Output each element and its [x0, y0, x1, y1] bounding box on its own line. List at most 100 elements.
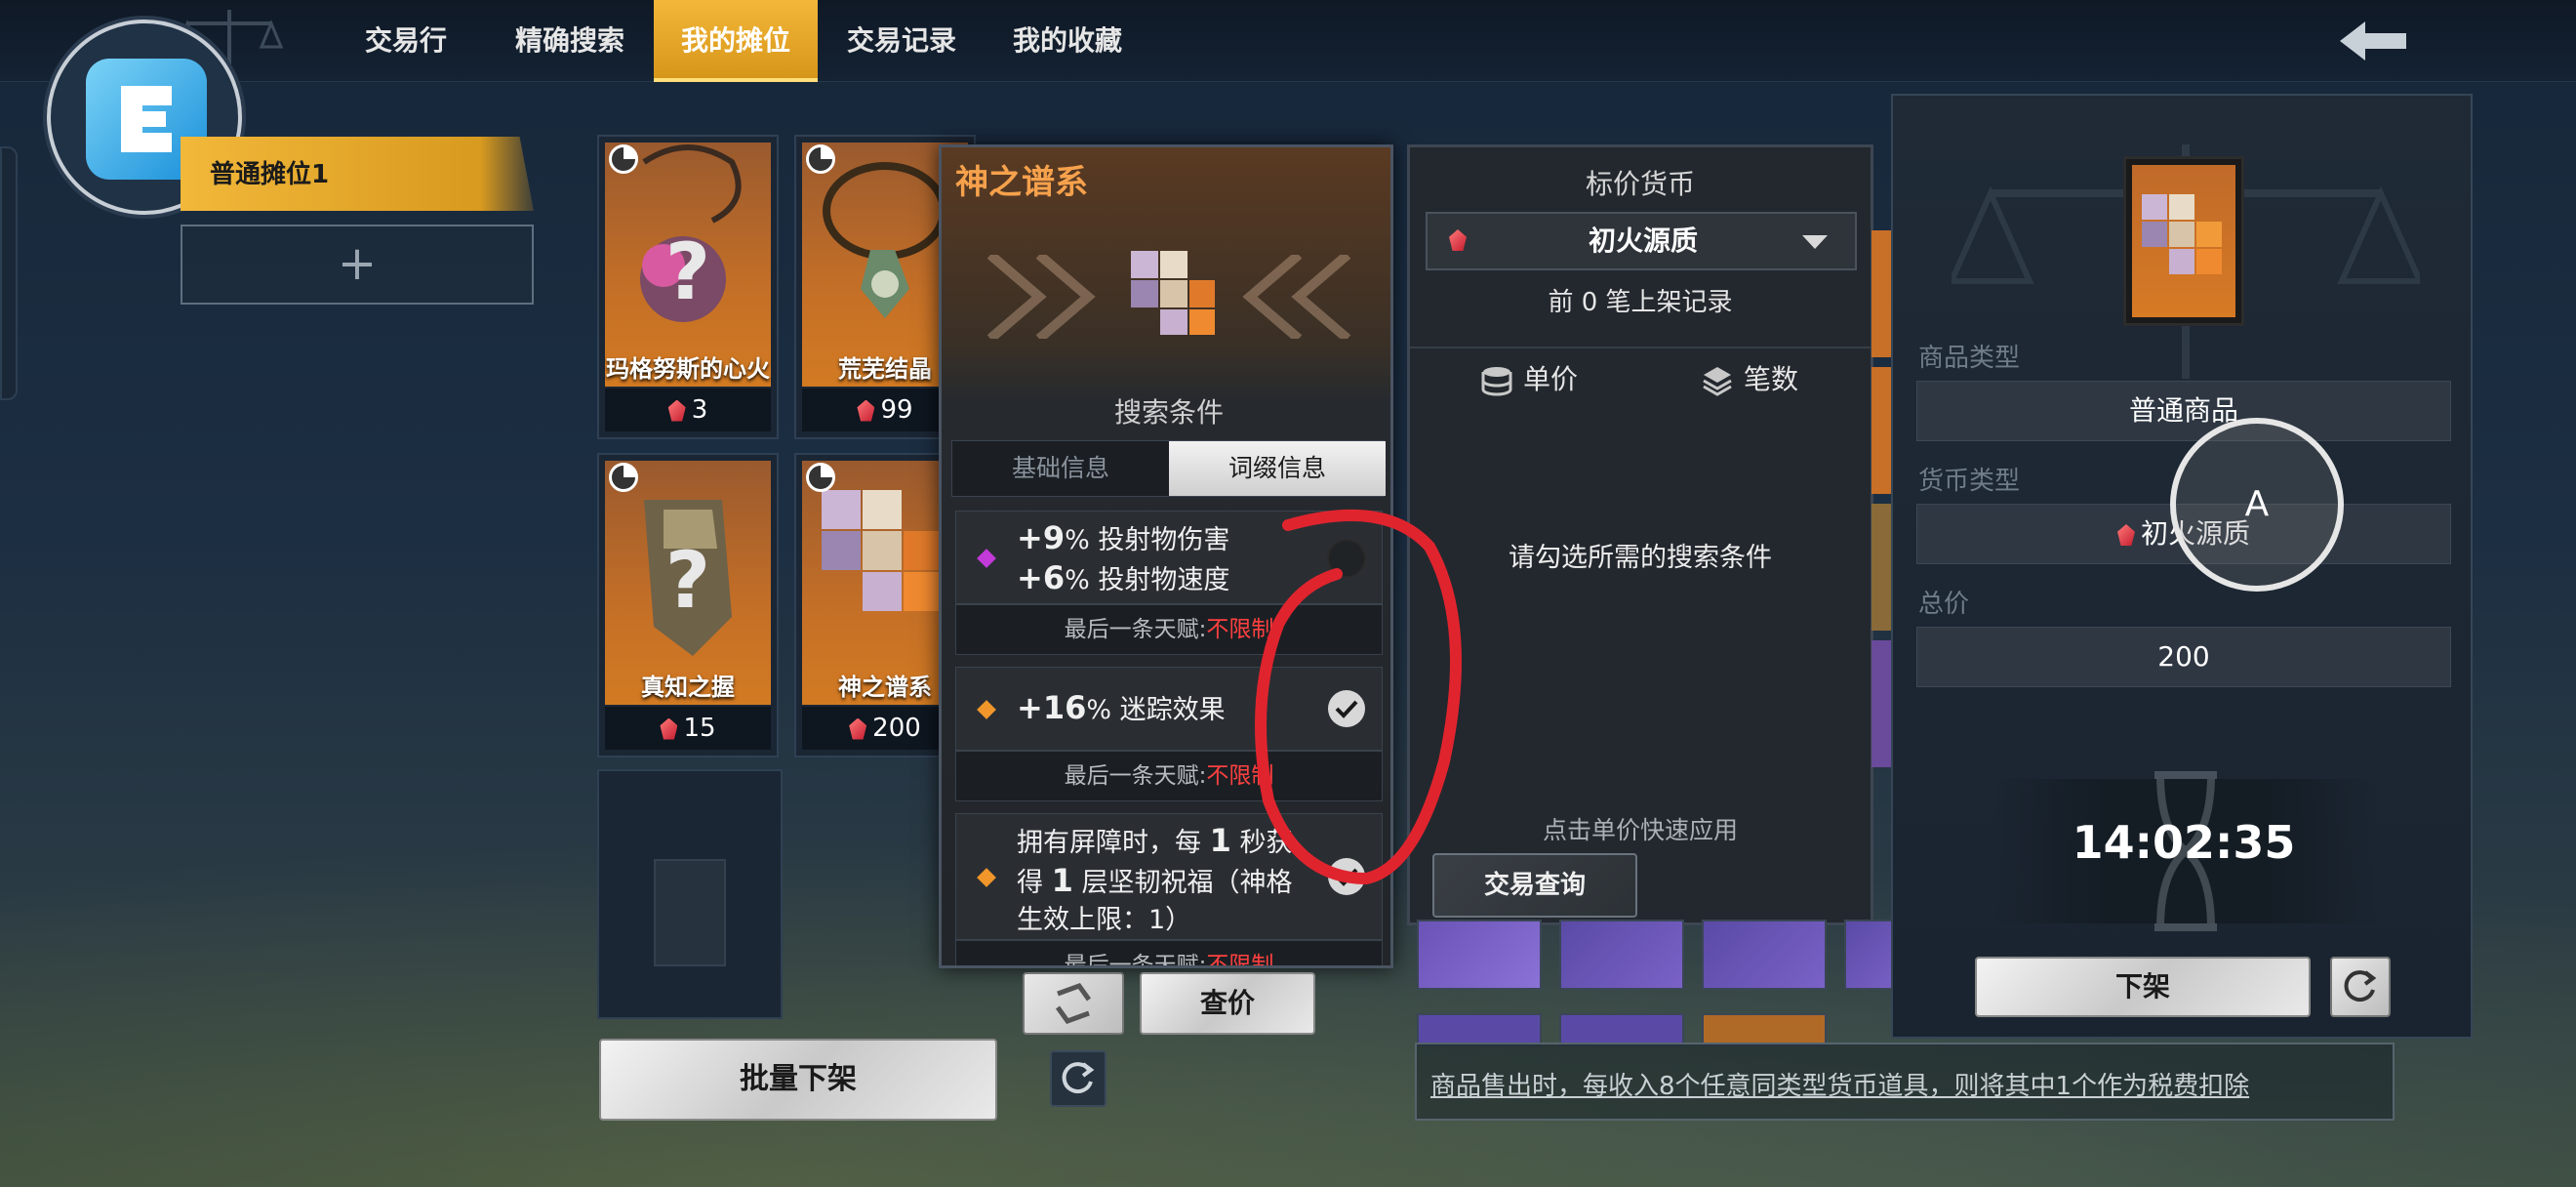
currency-gem-icon — [2116, 524, 2135, 546]
item-image: ? — [605, 461, 771, 705]
refresh-timer-button[interactable] — [2330, 957, 2391, 1017]
total-price-value[interactable]: 200 — [1916, 627, 2451, 687]
empty-state-message: 请勾选所需的搜索条件 — [1509, 543, 1772, 573]
check-price-button[interactable]: 查价 — [1140, 972, 1315, 1035]
affix-label: 拥有屏障时，每 — [1017, 828, 1201, 858]
affix-row[interactable]: +16% 迷踪效果 — [955, 667, 1383, 751]
tab-basic-info[interactable]: 基础信息 — [952, 441, 1169, 496]
listing-timer-icon — [806, 144, 835, 174]
item-thumb[interactable] — [1417, 1013, 1542, 1046]
listed-item-card[interactable]: ? 玛格努斯的心火 3 — [597, 135, 779, 439]
total-price-label: 总价 — [1918, 590, 1970, 619]
listing-item-art — [2123, 156, 2244, 326]
mystery-heart-icon: ? — [640, 144, 742, 322]
listing-timer-icon — [609, 144, 638, 174]
divider — [1410, 347, 1871, 348]
affix-row[interactable]: 拥有屏障时，每 1 秒获 得 1 层坚韧祝福（神格 生效上限：1） — [955, 813, 1383, 940]
tab-my-booth[interactable]: 我的摊位 — [654, 0, 818, 82]
weapon-thumb[interactable] — [1559, 920, 1684, 990]
currency-gem-icon — [857, 399, 875, 422]
quick-apply-hint: 点击单价快速应用 — [1542, 816, 1738, 844]
accessibility-overlay-button[interactable]: A — [2170, 418, 2344, 592]
left-edge-panel — [0, 146, 18, 400]
checkmark-icon[interactable] — [1327, 857, 1366, 896]
layers-icon — [1703, 367, 1732, 396]
affix-value: 1 — [1051, 862, 1073, 899]
tab-trading-house[interactable]: 交易行 — [345, 0, 466, 82]
listing-detail-panel: 商品类型 普通商品 货币类型 初火源质 总价 200 14:02:35 下架 — [1891, 94, 2473, 1039]
listing-countdown: 14:02:35 — [2072, 816, 2296, 869]
refresh-list-button[interactable] — [1050, 1050, 1107, 1107]
affix-row[interactable]: +9% 投射物伤害 +6% 投射物速度 — [955, 511, 1383, 604]
currency-gem-icon — [849, 717, 867, 740]
affix-value: +16 — [1017, 689, 1087, 726]
count-column[interactable]: 笔数 — [1701, 358, 1798, 397]
listing-timer-icon — [806, 463, 835, 492]
item-price: 3 — [605, 389, 771, 431]
affix-footer: 最后一条天赋:不限制 — [955, 751, 1383, 801]
weapon-thumb[interactable] — [1702, 920, 1827, 990]
listing-records-count: 前 0 笔上架记录 — [1548, 288, 1733, 317]
affix-checkbox-unchecked[interactable] — [1327, 539, 1366, 578]
search-condition-popup: 神之谱系 搜索条件 基础信息 词缀信息 +9% 投射物伤害 +6% 投射物速度 … — [939, 144, 1393, 968]
item-art-background — [2132, 165, 2235, 317]
tab-affix-info[interactable]: 词缀信息 — [1169, 441, 1386, 496]
swap-button[interactable] — [1023, 972, 1124, 1035]
affix-footer-label: 最后一条天赋: — [1064, 953, 1207, 968]
affix-text: +16% 迷踪效果 — [1017, 689, 1226, 729]
affix-text: +9% 投射物伤害 +6% 投射物速度 — [1017, 519, 1229, 599]
empty-item-slot[interactable] — [597, 769, 783, 1019]
svg-text:?: ? — [665, 226, 710, 317]
item-thumb[interactable] — [1702, 1013, 1827, 1046]
boots-thumb[interactable] — [1417, 920, 1542, 990]
item-image: ? — [605, 143, 771, 387]
affix-label: 得 — [1017, 868, 1043, 898]
currency-type-label: 货币类型 — [1918, 467, 2021, 496]
purple-diamond-icon — [977, 549, 996, 568]
affix-footer-value: 不限制 — [1206, 617, 1274, 642]
unit-price-column[interactable]: 单价 — [1480, 358, 1578, 397]
tab-precise-search[interactable]: 精确搜索 — [500, 0, 640, 82]
currency-select-value: 初火源质 — [1588, 225, 1698, 257]
trade-query-button[interactable]: 交易查询 — [1432, 853, 1637, 918]
swap-arrows-icon — [1055, 983, 1092, 1024]
partial-card — [1872, 640, 1891, 767]
divine-lineage-icon — [2142, 194, 2222, 274]
orange-diamond-icon — [977, 700, 996, 719]
listed-item-card[interactable]: ? 真知之握 15 — [597, 453, 779, 757]
coin-stack-icon — [1481, 367, 1512, 396]
partial-card — [1872, 367, 1891, 494]
item-name: 玛格努斯的心火 — [606, 355, 770, 383]
affix-footer-label: 最后一条天赋: — [1064, 763, 1207, 789]
tab-favorites[interactable]: 我的收藏 — [997, 0, 1138, 82]
affix-value: +6 — [1017, 559, 1066, 596]
affix-footer-label: 最后一条天赋: — [1064, 617, 1207, 642]
delist-button[interactable]: 下架 — [1975, 957, 2311, 1017]
affix-footer-value: 不限制 — [1206, 763, 1274, 789]
gauntlet-icon: ? — [644, 500, 732, 656]
popup-item-title: 神之谱系 — [955, 163, 1088, 202]
item-name: 真知之握 — [641, 674, 735, 701]
currency-select[interactable]: 初火源质 — [1426, 212, 1857, 270]
add-booth-button[interactable]: + — [181, 225, 534, 305]
checkmark-icon[interactable] — [1327, 689, 1366, 728]
refresh-icon — [1062, 1062, 1095, 1094]
popup-tab-bar: 基础信息 词缀信息 — [951, 440, 1386, 497]
tax-notice-text[interactable]: 商品售出时，每收入8个任意同类型货币道具，则将其中1个作为税费扣除 — [1430, 1066, 2249, 1102]
tab-trade-records[interactable]: 交易记录 — [831, 0, 972, 82]
refresh-icon — [2344, 970, 2377, 1003]
partial-listing-column — [1872, 230, 1891, 816]
svg-text:?: ? — [665, 535, 710, 626]
tax-notice-box: 商品售出时，每收入8个任意同类型货币道具，则将其中1个作为税费扣除 — [1415, 1043, 2395, 1121]
item-price-value: 99 — [880, 395, 913, 425]
item-thumb[interactable] — [1559, 1013, 1684, 1046]
top-nav-bar: 交易行 精确搜索 我的摊位 交易记录 我的收藏 — [0, 0, 2576, 82]
affix-label: % 投射物速度 — [1065, 565, 1230, 595]
chevron-down-icon — [1802, 235, 1828, 249]
batch-delist-button[interactable]: 批量下架 — [599, 1039, 997, 1121]
back-arrow-icon[interactable] — [2336, 16, 2410, 66]
empty-slot-placeholder — [654, 859, 726, 966]
affix-footer: 最后一条天赋:不限制 — [955, 604, 1383, 655]
count-label: 笔数 — [1744, 363, 1799, 395]
partial-card — [1872, 504, 1891, 631]
